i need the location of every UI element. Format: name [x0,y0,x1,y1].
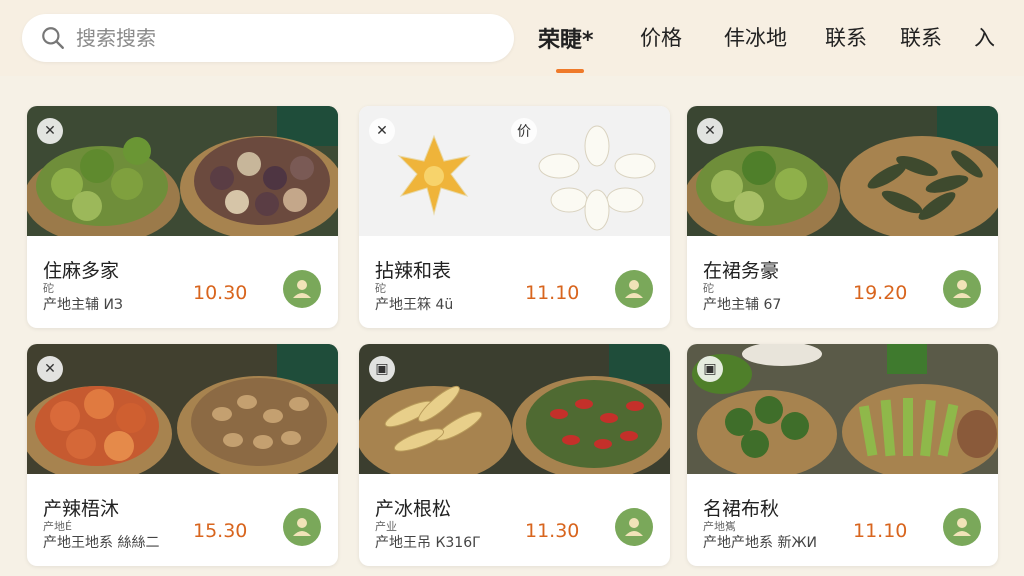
product-price: 19.20 [853,282,908,304]
image-icon[interactable]: ▣ [369,356,395,382]
product-image: ✕ [27,106,338,236]
product-image: ✕ [687,106,998,236]
product-title: 名裙布秋 [703,498,780,520]
search-input[interactable] [76,26,476,50]
tab-contact[interactable]: 联系 [825,22,867,52]
product-image: ✕ [27,344,338,474]
user-avatar-icon[interactable] [615,270,653,308]
tab-origin[interactable]: 仹冰地 [724,22,787,52]
product-title: 产冰根松 [375,498,452,520]
product-card[interactable]: ✕ 在裙务豪 砣 产地主辅 67 19.20 [687,106,998,328]
tab-price[interactable]: 价格 [640,22,682,52]
close-icon[interactable]: ✕ [37,356,63,382]
product-card[interactable]: ▣ 产冰根松 产业 产地王吊 К316Г 11.30 [359,344,670,566]
search-bar[interactable] [22,14,514,62]
product-price: 11.10 [525,282,580,304]
product-origin: 产地产地系 新ЖИ [703,535,818,551]
product-origin: 产地王吊 К316Г [375,535,481,551]
product-image: ▣ [359,344,670,474]
user-avatar-icon[interactable] [615,508,653,546]
tab-login[interactable]: 入 [974,22,995,52]
product-card[interactable]: ✕ 价 拈辣和表 砣 产地王箖 4ü 11.10 [359,106,670,328]
user-avatar-icon[interactable] [943,270,981,308]
product-card[interactable]: ✕ 产辣梧沐 产地É 产地王地系 絲絲二 15.30 [27,344,338,566]
tab-featured[interactable]: 荣睫* [538,22,594,54]
tab-contact-2[interactable]: 联系 [900,22,942,52]
image-icon[interactable]: ▣ [697,356,723,382]
product-origin: 产地主辅 67 [703,297,782,313]
top-bar: 荣睫* 价格 仹冰地 联系 联系 入 [0,0,1024,76]
user-avatar-icon[interactable] [283,508,321,546]
product-title: 产辣梧沐 [43,498,120,520]
price-icon[interactable]: 价 [511,118,537,144]
active-tab-indicator [556,69,584,73]
close-icon[interactable]: ✕ [369,118,395,144]
product-origin: 产地王地系 絲絲二 [43,535,160,551]
close-icon[interactable]: ✕ [697,118,723,144]
product-title: 拈辣和表 [375,260,452,282]
product-card[interactable]: ▣ 名裙布秋 产地嶲 产地产地系 新ЖИ 11.10 [687,344,998,566]
product-card[interactable]: ✕ 住麻多家 砣 产地主辅 ИЗ 10.30 [27,106,338,328]
search-icon [42,27,64,49]
user-avatar-icon[interactable] [283,270,321,308]
product-title: 在裙务豪 [703,260,780,282]
user-avatar-icon[interactable] [943,508,981,546]
product-origin: 产地王箖 4ü [375,297,454,313]
product-price: 11.30 [525,520,580,542]
product-price: 15.30 [193,520,248,542]
product-image: ✕ 价 [359,106,670,236]
product-price: 11.10 [853,520,908,542]
close-icon[interactable]: ✕ [37,118,63,144]
product-origin: 产地主辅 ИЗ [43,297,123,313]
product-image: ▣ [687,344,998,474]
product-price: 10.30 [193,282,248,304]
product-title: 住麻多家 [43,260,120,282]
